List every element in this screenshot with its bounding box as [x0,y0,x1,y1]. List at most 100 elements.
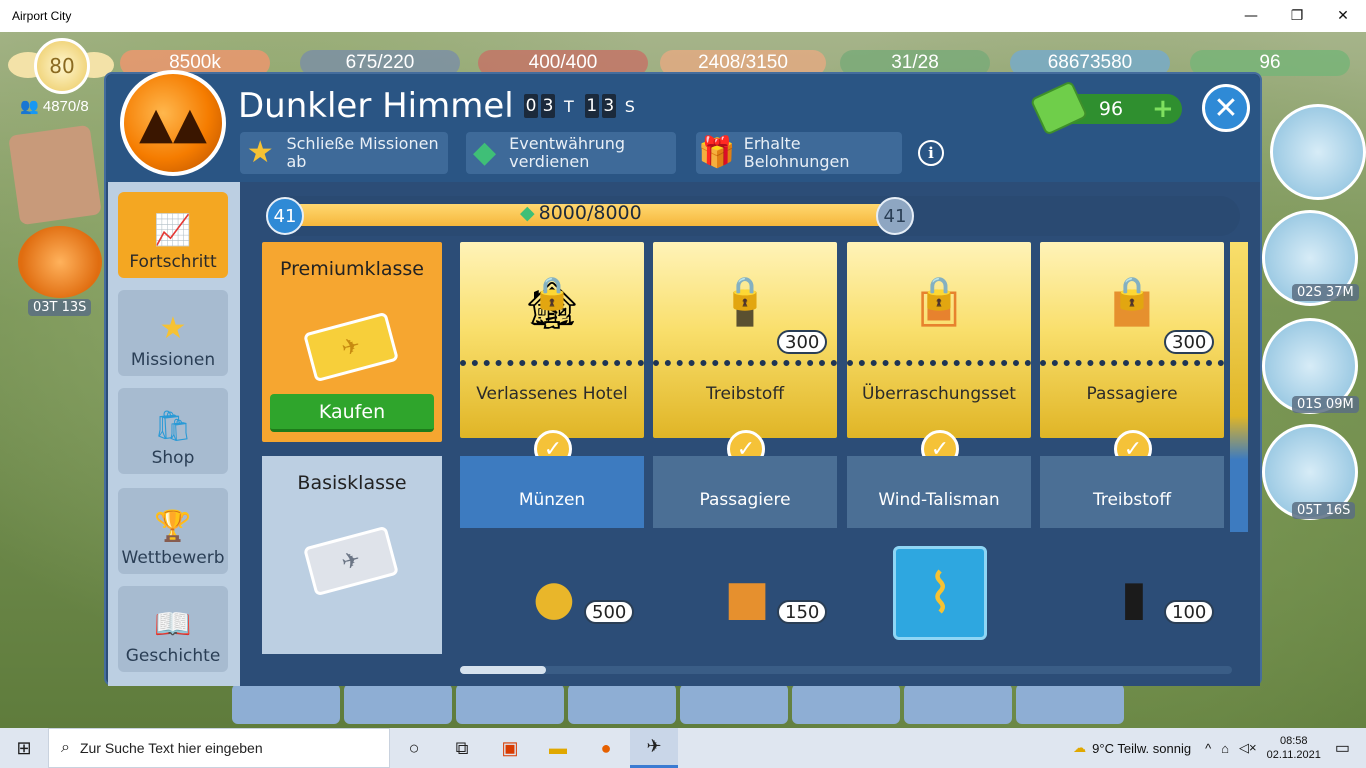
premium-reward-name: Überraschungsset [862,384,1016,404]
gift-icon: 🎁 [698,135,736,170]
cash-value: 96 [1098,98,1124,120]
basic-class-panel: Basisklasse ✈ [262,456,442,654]
basic-reward-band[interactable]: Wind-Talisman [847,456,1031,528]
search-icon: ⌕ [61,739,70,756]
shopping-bag-icon: 🛍 [153,409,193,444]
control-tower-icon[interactable] [1270,104,1366,200]
network-icon[interactable]: ⌂ [1221,741,1229,756]
lock-icon: 🔒 [532,274,572,312]
premium-class-label: Premiumklasse [280,258,424,280]
star-icon: ★ [159,311,187,346]
close-dialog-button[interactable]: ✕ [1202,84,1250,132]
basic-reward-band[interactable]: Treibstoff [1040,456,1224,528]
info-icon[interactable]: i [918,140,944,166]
add-cash-button[interactable]: + [1152,94,1174,124]
timer-digit: 1 [584,94,599,118]
firefox-icon[interactable]: ● [582,728,630,768]
guestbook-icon[interactable] [8,124,102,226]
basic-class-label: Basisklasse [297,472,407,494]
nav-label: Wettbewerb [121,548,225,568]
taskbar-search[interactable]: ⌕ Zur Suche Text hier eingeben [48,728,390,768]
divider [653,360,837,366]
lock-icon: 🔒 [725,274,765,312]
office-icon[interactable]: ▣ [486,728,534,768]
gold-ticket-icon: ✈ [302,311,400,383]
nav-label: Missionen [130,350,216,370]
toolbar-chest-button[interactable] [680,684,788,724]
windows-start-icon[interactable]: ⊞ [0,728,48,768]
oil-barrel-icon: ▮ [1120,570,1148,626]
toolbar-runway-button[interactable] [344,684,452,724]
basic-reward-name: Treibstoff [1092,490,1172,510]
nav-label: Fortschritt [129,252,217,272]
divider [460,360,644,366]
basic-reward-name: Münzen [518,490,586,510]
toolbar-staff-button[interactable] [904,684,1012,724]
coins-icon: ● [533,570,575,626]
nav-shop[interactable]: 🛍 Shop [118,388,228,474]
lock-icon: 🔒 [919,274,959,312]
file-explorer-icon[interactable]: ▬ [534,728,582,768]
basic-reward-qty: 100 [1164,600,1215,624]
cortana-icon[interactable]: ○ [390,728,438,768]
lock-icon: 🔒 [1112,274,1152,312]
notifications-icon[interactable]: ▭ [1335,738,1350,758]
step-missions: ★ Schließe Missionen ab [240,132,448,174]
right-timer-2: 01S 09M [1292,396,1359,413]
toolbar-shop-button[interactable] [456,684,564,724]
volume-icon[interactable]: ◁× [1239,740,1257,756]
maximize-button[interactable]: ❐ [1274,0,1320,32]
nav-progress[interactable]: 📈 Fortschritt [118,192,228,278]
step-rewards: 🎁 Erhalte Belohnungen [696,132,902,174]
task-view-icon[interactable]: ⧉ [438,728,486,768]
chevron-up-icon[interactable]: ^ [1205,741,1211,756]
toolbar-settings-button[interactable] [1016,684,1124,724]
premium-reward-card[interactable]: 🏚 🔒 Verlassenes Hotel [460,242,644,438]
basic-reward-band[interactable]: Münzen [460,456,644,528]
close-window-button[interactable]: ✕ [1320,0,1366,32]
basic-reward-name: Wind-Talisman [878,490,1000,510]
silver-ticket-icon: ✈ [302,525,400,597]
airport-city-taskbar-icon[interactable]: ✈ [630,728,678,768]
step-label: Eventwährung verdienen [509,134,626,171]
clock-date: 02.11.2021 [1266,749,1321,761]
scrollbar-track[interactable] [460,666,1232,674]
premium-reward-name: Treibstoff [705,384,785,404]
event-timer: 03T 13S [28,299,92,316]
level-badge[interactable]: 80 [8,36,114,94]
toolbar-map-button[interactable] [792,684,900,724]
chart-up-icon: 📈 [154,213,192,248]
minimize-button[interactable]: — [1228,0,1274,32]
wind-chime-icon: ⌇ [893,546,987,640]
premium-reward-card[interactable]: ■ 🔒 300 Passagiere [1040,242,1224,438]
step-label: Schließe Missionen ab [286,134,439,171]
event-countdown: 0 3 T 1 3 S [524,94,643,118]
basic-reward-name: Passagiere [699,490,791,510]
window-titlebar: Airport City — ❐ ✕ [0,0,1366,32]
next-reward-column [1230,242,1248,532]
scrollbar-thumb[interactable] [460,666,546,674]
weather-text[interactable]: 9°C Teilw. sonnig [1092,741,1191,756]
premium-class-panel: Premiumklasse ✈ Kaufen [262,242,442,442]
gem-icon: ◆ [473,135,497,170]
premium-reward-card[interactable]: ▣ 🔒 Überraschungsset [847,242,1031,438]
timer-digit: 3 [601,94,616,118]
buy-premium-button[interactable]: Kaufen [270,394,434,432]
dialog-title: Dunkler Himmel [238,86,514,126]
nav-competition[interactable]: 🏆 Wettbewerb [118,488,228,574]
nav-story[interactable]: 📖 Geschichte [118,586,228,672]
trophy-icon: 🏆 [154,509,192,544]
dialog-header: ▲▲ Dunkler Himmel 0 3 T 1 3 S ★ Schließe… [106,70,1260,182]
toolbar-plane-button[interactable] [232,684,340,724]
nav-missions[interactable]: ★ Missionen [118,290,228,376]
event-nav: 📈 Fortschritt ★ Missionen 🛍 Shop 🏆 Wettb… [108,182,240,686]
weather-icon: ☁ [1073,740,1087,755]
toolbar-crate-button[interactable] [568,684,676,724]
basic-reward-qty: 150 [777,600,828,624]
premium-reward-card[interactable]: ▮ 🔒 300 Treibstoff [653,242,837,438]
basic-reward-band[interactable]: Passagiere [653,456,837,528]
clock[interactable]: 08:58 02.11.2021 [1267,734,1321,762]
progress-value: 8000/8000 [538,202,642,224]
step-currency: ◆ Eventwährung verdienen [466,132,676,174]
halloween-event-icon[interactable] [18,226,102,298]
